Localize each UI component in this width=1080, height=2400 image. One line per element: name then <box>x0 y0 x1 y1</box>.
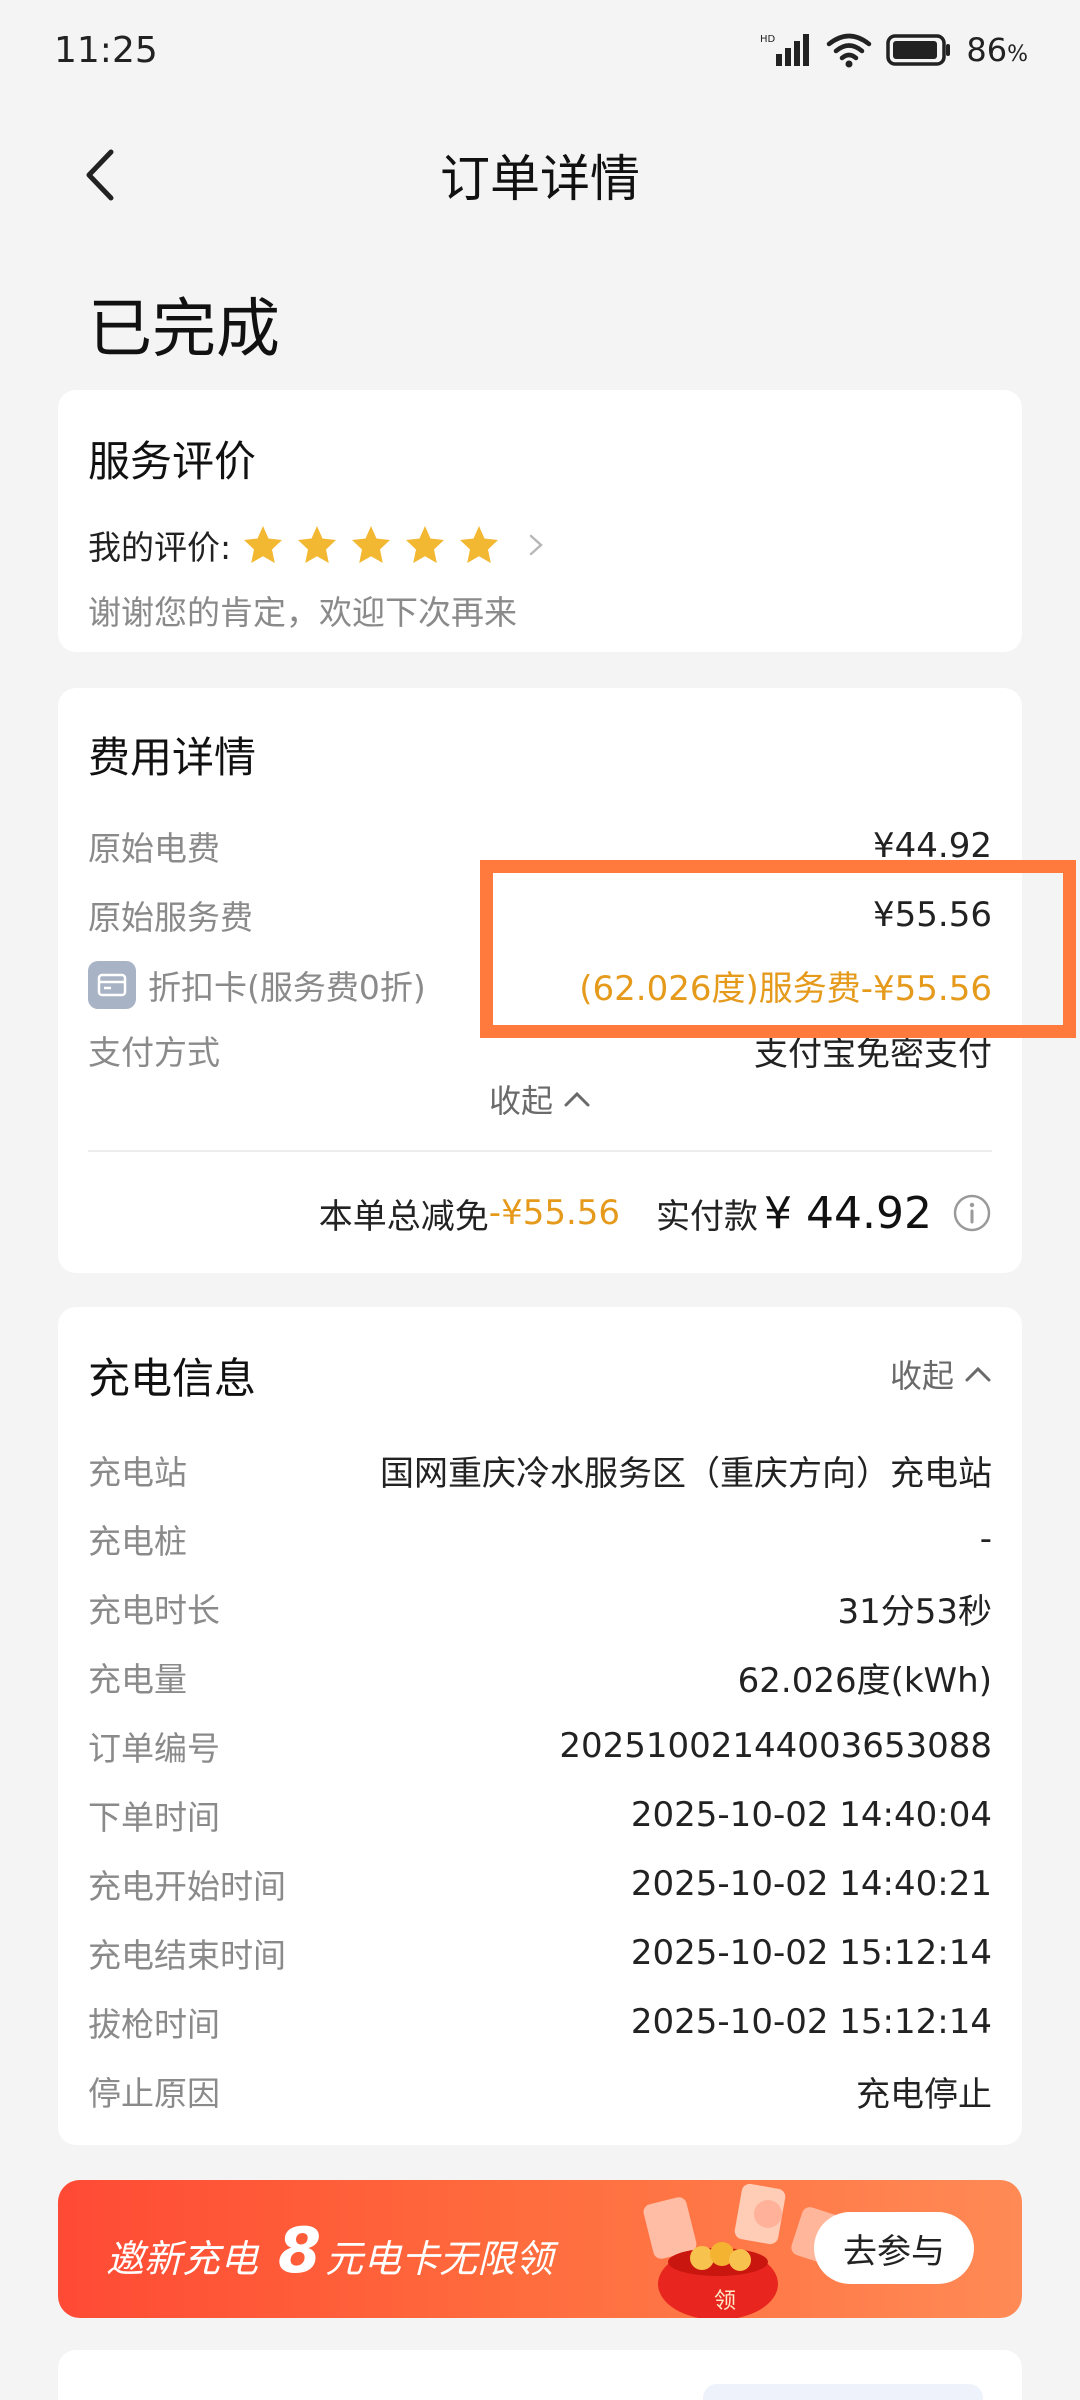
banner-prefix: 邀新充电 <box>106 2237 259 2281</box>
charging-info-row: 停止原因 充电停止 <box>88 2066 992 2116</box>
charging-info-label: 拔枪时间 <box>88 2005 220 2044</box>
service-rating-card: 服务评价 我的评价: 谢谢您的肯定，欢迎下次再来 <box>58 390 1022 652</box>
charging-info-label: 充电量 <box>88 1660 187 1699</box>
star-icon[interactable] <box>403 523 447 567</box>
star-icon[interactable] <box>295 523 339 567</box>
charging-info-label: 充电开始时间 <box>88 1867 286 1906</box>
chevron-up-icon <box>965 1366 991 1382</box>
star-icon[interactable] <box>241 523 285 567</box>
status-bar: 11:25 HD 86% <box>0 0 1080 100</box>
discount-card-icon <box>88 961 136 1009</box>
order-status-heading: 已完成 <box>88 293 280 367</box>
total-discount-value: -¥55.56 <box>488 1193 621 1233</box>
rating-stars <box>241 523 501 567</box>
signal-icon: HD <box>760 34 810 66</box>
fee-row-label: 支付方式 <box>88 1033 220 1072</box>
charging-info-card: 充电信息 收起 充电站 国网重庆冷水服务区（重庆方向）充电站充电桩 - 充电时长 31分… <box>58 1307 1022 2145</box>
banner-number: 8 <box>278 2214 322 2287</box>
collapse-label: 收起 <box>889 1357 954 1395</box>
back-button[interactable] <box>70 145 130 205</box>
status-icons: HD 86% <box>760 31 1028 69</box>
charging-info-label: 充电结束时间 <box>88 1936 286 1975</box>
charging-info-value: 62.026度(kWh) <box>737 1660 992 1701</box>
info-icon[interactable] <box>952 1193 992 1233</box>
charging-info-value: - <box>979 1519 992 1559</box>
banner-text: 邀新充电 8 元电卡无限领 <box>106 2214 553 2287</box>
next-card-pill <box>703 2384 983 2400</box>
charging-info-value: 充电停止 <box>856 2074 992 2115</box>
charging-card-title: 充电信息 <box>88 1354 257 1403</box>
my-rating-row[interactable]: 我的评价: <box>88 518 547 572</box>
charging-info-label: 下单时间 <box>88 1798 220 1837</box>
charging-info-label: 充电时长 <box>88 1591 220 1630</box>
charging-info-value: 2025-10-02 14:40:04 <box>630 1795 992 1835</box>
charging-info-label: 订单编号 <box>88 1729 220 1768</box>
chevron-up-icon <box>564 1091 590 1107</box>
charging-info-row: 充电时长 31分53秒 <box>88 1583 992 1633</box>
next-card-partial <box>58 2350 1022 2400</box>
gift-text: 领 <box>714 2289 736 2314</box>
rating-card-title: 服务评价 <box>88 437 257 486</box>
charging-info-value: 国网重庆冷水服务区（重庆方向）充电站 <box>380 1453 992 1494</box>
star-icon[interactable] <box>349 523 393 567</box>
wifi-icon <box>827 33 872 68</box>
battery-percent: 86% <box>966 31 1028 69</box>
my-rating-label: 我的评价: <box>88 528 232 567</box>
join-button[interactable]: 去参与 <box>814 2212 974 2284</box>
charging-info-value: 20251002144003653088 <box>559 1726 992 1766</box>
status-time: 11:25 <box>54 29 158 71</box>
rating-thanks-text: 谢谢您的肯定，欢迎下次再来 <box>88 593 517 632</box>
charging-info-label: 停止原因 <box>88 2074 220 2113</box>
page-title: 订单详情 <box>440 150 640 208</box>
star-icon[interactable] <box>457 523 501 567</box>
fee-row-label: 折扣卡(服务费0折) <box>88 961 426 1009</box>
discount-card-label: 折扣卡(服务费0折) <box>148 968 426 1007</box>
paid-label: 实付款 <box>656 1196 759 1237</box>
divider <box>88 1150 992 1152</box>
invite-promo-banner[interactable]: 邀新充电 8 元电卡无限领 领 去参与 <box>58 2180 1022 2318</box>
back-arrow-icon <box>86 149 114 201</box>
battery-icon <box>886 34 951 66</box>
charging-info-label: 充电桩 <box>88 1522 187 1561</box>
paid-amount: ¥ 44.92 <box>764 1187 932 1239</box>
charging-info-row: 拔枪时间 2025-10-02 15:12:14 <box>88 1997 992 2047</box>
charging-info-label: 充电站 <box>88 1453 187 1492</box>
charging-info-row: 充电桩 - <box>88 1514 992 1564</box>
charging-info-row: 充电站 国网重庆冷水服务区（重庆方向）充电站 <box>88 1445 992 1495</box>
nav-bar: 订单详情 <box>0 120 1080 230</box>
charging-info-value: 2025-10-02 15:12:14 <box>630 2002 992 2042</box>
charging-info-row: 下单时间 2025-10-02 14:40:04 <box>88 1790 992 1840</box>
network-badge: HD <box>760 34 776 45</box>
total-discount-label: 本单总减免 <box>318 1196 489 1237</box>
charging-info-row: 充电结束时间 2025-10-02 15:12:14 <box>88 1928 992 1978</box>
highlight-annotation-box <box>480 860 1076 1038</box>
fee-card-title: 费用详情 <box>88 733 257 782</box>
charging-info-row: 充电开始时间 2025-10-02 14:40:21 <box>88 1859 992 1909</box>
charging-collapse-button[interactable]: 收起 <box>890 1351 992 1397</box>
charging-info-value: 2025-10-02 15:12:14 <box>630 1933 992 1973</box>
fee-row-label: 原始电费 <box>88 829 220 868</box>
fee-row-label: 原始服务费 <box>88 898 253 937</box>
charging-info-row: 订单编号 20251002144003653088 <box>88 1721 992 1771</box>
chevron-right-icon <box>529 534 543 556</box>
fee-collapse-button[interactable]: 收起 <box>58 1076 1022 1122</box>
charging-info-value: 31分53秒 <box>837 1591 992 1632</box>
banner-suffix: 元电卡无限领 <box>325 2237 554 2281</box>
total-row: 本单总减免 -¥55.56 实付款 ¥ 44.92 <box>319 1178 992 1248</box>
charging-info-row: 充电量 62.026度(kWh) <box>88 1652 992 1702</box>
collapse-label: 收起 <box>488 1082 553 1120</box>
charging-info-value: 2025-10-02 14:40:21 <box>630 1864 992 1904</box>
